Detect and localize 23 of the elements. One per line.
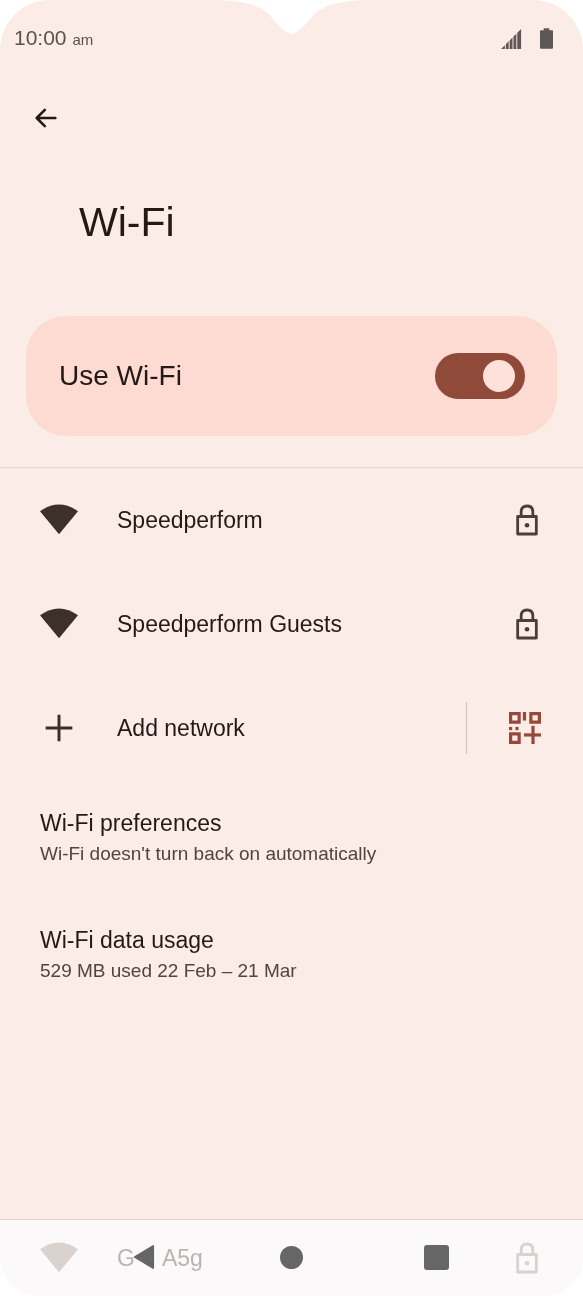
switch-label: Use Wi-Fi bbox=[59, 360, 182, 392]
back-button[interactable] bbox=[133, 1244, 155, 1270]
home-button[interactable] bbox=[280, 1246, 303, 1269]
toggle-switch[interactable] bbox=[435, 353, 525, 399]
wifi-icon bbox=[40, 1242, 78, 1274]
network-name-fragment: A5g bbox=[161, 1244, 203, 1272]
network-name-fragment: G bbox=[117, 1244, 135, 1272]
use-wifi-card[interactable]: Use Wi-Fi bbox=[26, 316, 557, 436]
page-title: Wi-Fi bbox=[78, 198, 176, 247]
setting-summary: 529 MB used 22 Feb – 21 Mar bbox=[40, 959, 298, 983]
qr-code-icon[interactable] bbox=[509, 712, 541, 744]
setting-title[interactable]: Wi-Fi data usage bbox=[40, 923, 543, 957]
network-name[interactable]: Speedperform Guests bbox=[117, 610, 342, 638]
setting-title[interactable]: Wi-Fi preferences bbox=[40, 806, 543, 840]
add-network-link[interactable]: Add network bbox=[117, 714, 245, 742]
network-name[interactable]: Speedperform bbox=[117, 506, 263, 534]
setting-summary: Wi-Fi doesn't turn back on automatically bbox=[40, 842, 378, 866]
status-time: 10:00 am bbox=[14, 26, 94, 50]
battery-icon bbox=[540, 27, 553, 49]
switch-thumb bbox=[483, 360, 515, 392]
wifi-icon bbox=[40, 608, 78, 640]
signal-icon bbox=[501, 27, 524, 49]
wifi-icon bbox=[40, 504, 78, 536]
